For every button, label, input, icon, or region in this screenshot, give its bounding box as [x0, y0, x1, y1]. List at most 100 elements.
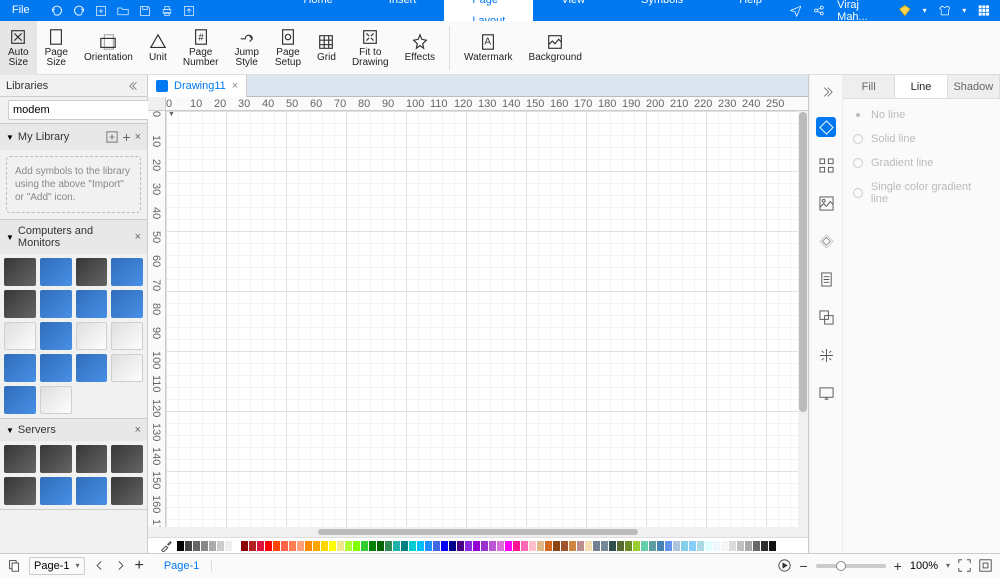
fit-screen-icon[interactable]	[958, 559, 971, 572]
vertical-scrollbar[interactable]	[798, 111, 808, 527]
color-swatch[interactable]	[185, 541, 192, 551]
shape-item[interactable]	[76, 354, 108, 382]
add-icon[interactable]: +	[122, 129, 130, 145]
color-swatch[interactable]	[265, 541, 272, 551]
undo-icon[interactable]	[51, 5, 63, 17]
color-swatch[interactable]	[489, 541, 496, 551]
section-header-my-library[interactable]: ▼ My Library + ×	[0, 124, 147, 150]
color-swatch[interactable]	[601, 541, 608, 551]
prop-tab-layout[interactable]	[816, 155, 836, 175]
pages-icon[interactable]	[8, 559, 21, 572]
color-swatch[interactable]	[681, 541, 688, 551]
horizontal-scrollbar[interactable]	[318, 529, 638, 535]
prop-tab-arrange[interactable]	[816, 345, 836, 365]
color-swatch[interactable]	[593, 541, 600, 551]
color-swatch[interactable]	[689, 541, 696, 551]
color-swatch[interactable]	[473, 541, 480, 551]
opt-gradient-line[interactable]: Gradient line	[853, 157, 990, 169]
color-swatch[interactable]	[217, 541, 224, 551]
shape-item[interactable]	[76, 322, 108, 350]
color-swatch[interactable]	[177, 541, 184, 551]
shape-item[interactable]	[111, 258, 143, 286]
color-swatch[interactable]	[705, 541, 712, 551]
ribbon-background[interactable]: Background	[521, 21, 590, 75]
color-swatch[interactable]	[193, 541, 200, 551]
ribbon-jump-style[interactable]: Jump Style	[226, 21, 266, 75]
color-swatch[interactable]	[369, 541, 376, 551]
new-icon[interactable]	[95, 5, 107, 17]
redo-icon[interactable]	[73, 5, 85, 17]
shape-item[interactable]	[111, 290, 143, 318]
shape-item[interactable]	[40, 477, 72, 505]
color-swatch[interactable]	[641, 541, 648, 551]
collapse-left-icon[interactable]	[129, 80, 141, 92]
color-swatch[interactable]	[665, 541, 672, 551]
shape-item[interactable]	[4, 290, 36, 318]
shape-item[interactable]	[40, 386, 72, 414]
shape-item[interactable]	[111, 477, 143, 505]
export-icon[interactable]	[183, 5, 195, 17]
play-icon[interactable]	[778, 559, 791, 572]
color-swatch[interactable]	[241, 541, 248, 551]
color-swatch[interactable]	[289, 541, 296, 551]
color-swatch[interactable]	[385, 541, 392, 551]
color-swatch[interactable]	[329, 541, 336, 551]
color-swatch[interactable]	[521, 541, 528, 551]
zoom-slider[interactable]	[816, 564, 886, 568]
color-swatch[interactable]	[441, 541, 448, 551]
scrollbar-thumb[interactable]	[799, 112, 807, 412]
close-section-icon[interactable]: ×	[135, 231, 141, 243]
color-swatch[interactable]	[513, 541, 520, 551]
shape-item[interactable]	[4, 258, 36, 286]
send-icon[interactable]	[790, 4, 802, 17]
color-swatch[interactable]	[281, 541, 288, 551]
ribbon-page-setup[interactable]: Page Setup	[267, 21, 309, 75]
color-swatch[interactable]	[737, 541, 744, 551]
eyedropper-icon[interactable]	[160, 540, 172, 552]
next-page-icon[interactable]	[114, 559, 127, 572]
prop-tab-slideshow[interactable]	[816, 383, 836, 403]
color-swatch[interactable]	[257, 541, 264, 551]
shape-item[interactable]	[40, 290, 72, 318]
shape-item[interactable]	[4, 477, 36, 505]
color-swatch[interactable]	[273, 541, 280, 551]
shape-item[interactable]	[111, 322, 143, 350]
color-swatch[interactable]	[657, 541, 664, 551]
color-swatch[interactable]	[617, 541, 624, 551]
shape-item[interactable]	[40, 258, 72, 286]
color-swatch[interactable]	[481, 541, 488, 551]
zoom-knob[interactable]	[836, 561, 846, 571]
color-swatch[interactable]	[585, 541, 592, 551]
color-swatch[interactable]	[697, 541, 704, 551]
color-swatch[interactable]	[721, 541, 728, 551]
ribbon-unit[interactable]: Unit	[141, 21, 175, 75]
ptab-line[interactable]: Line	[895, 75, 947, 98]
zoom-value[interactable]: 100%	[910, 560, 938, 572]
color-swatch[interactable]	[497, 541, 504, 551]
color-swatch[interactable]	[345, 541, 352, 551]
shape-item[interactable]	[76, 445, 108, 473]
color-swatch[interactable]	[769, 541, 776, 551]
color-swatch[interactable]	[393, 541, 400, 551]
ribbon-effects[interactable]: Effects	[397, 21, 443, 75]
library-search-input[interactable]	[8, 100, 160, 120]
color-swatch[interactable]	[569, 541, 576, 551]
prop-tab-image[interactable]	[816, 193, 836, 213]
color-swatch[interactable]	[305, 541, 312, 551]
color-swatch[interactable]	[409, 541, 416, 551]
prop-tab-link[interactable]	[816, 231, 836, 251]
opt-solid-line[interactable]: Solid line	[853, 133, 990, 145]
save-icon[interactable]	[139, 5, 151, 17]
zoom-out-icon[interactable]: −	[799, 558, 807, 574]
apps-icon[interactable]	[978, 4, 990, 17]
shape-item[interactable]	[4, 322, 36, 350]
prev-page-icon[interactable]	[93, 559, 106, 572]
ribbon-auto-size[interactable]: Auto Size	[0, 21, 37, 75]
shape-item[interactable]	[40, 354, 72, 382]
color-swatch[interactable]	[353, 541, 360, 551]
ribbon-orientation[interactable]: Orientation	[76, 21, 141, 75]
print-icon[interactable]	[161, 5, 173, 17]
section-header-computers[interactable]: ▼ Computers and Monitors ×	[0, 220, 147, 254]
document-tab[interactable]: Drawing11 ×	[148, 75, 247, 97]
color-swatch[interactable]	[249, 541, 256, 551]
